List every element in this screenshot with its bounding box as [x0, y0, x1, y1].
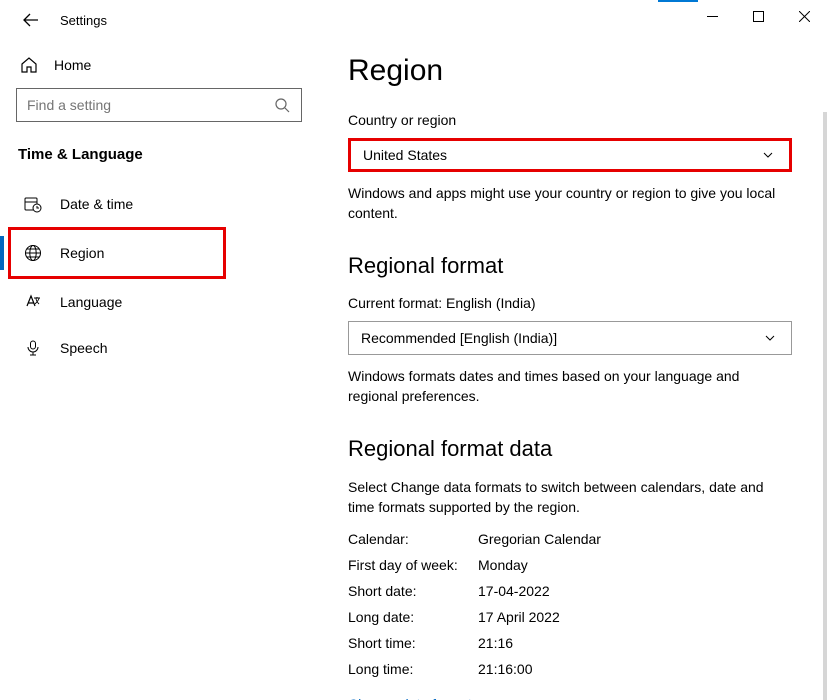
close-button[interactable] — [781, 0, 827, 32]
regional-format-data-heading: Regional format data — [348, 436, 799, 462]
row-key: First day of week: — [348, 557, 478, 573]
sidebar-item-language[interactable]: Language — [16, 279, 304, 325]
row-value: 21:16 — [478, 635, 513, 651]
home-nav[interactable]: Home — [16, 48, 304, 88]
home-label: Home — [54, 57, 91, 73]
row-value: 17-04-2022 — [478, 583, 550, 599]
window-title: Settings — [60, 13, 107, 28]
globe-icon — [24, 244, 42, 262]
format-help: Windows formats dates and times based on… — [348, 367, 792, 406]
row-key: Long date: — [348, 609, 478, 625]
highlight-box-region: Region — [8, 227, 226, 279]
table-row: Short time: 21:16 — [348, 630, 799, 656]
row-key: Long time: — [348, 661, 478, 677]
format-dropdown[interactable]: Recommended [English (India)] — [348, 321, 792, 355]
sidebar-item-label: Language — [60, 294, 122, 310]
table-row: Short date: 17-04-2022 — [348, 578, 799, 604]
main-content: Region Country or region United States W… — [320, 40, 827, 700]
change-data-formats-link[interactable]: Change data formats — [348, 696, 479, 700]
window-controls — [689, 0, 827, 32]
maximize-button[interactable] — [735, 0, 781, 32]
scrollbar[interactable] — [823, 112, 827, 700]
country-label: Country or region — [348, 112, 799, 128]
format-data-table: Calendar: Gregorian Calendar First day o… — [348, 526, 799, 682]
microphone-icon — [24, 339, 42, 357]
search-input[interactable] — [27, 97, 273, 113]
row-value: 21:16:00 — [478, 661, 533, 677]
search-icon — [273, 96, 291, 114]
back-arrow-icon — [23, 12, 39, 28]
minimize-button[interactable] — [689, 0, 735, 32]
maximize-icon — [753, 11, 764, 22]
row-key: Short time: — [348, 635, 478, 651]
chevron-down-icon — [761, 329, 779, 347]
sidebar-item-date-time[interactable]: Date & time — [16, 181, 304, 227]
regional-format-heading: Regional format — [348, 253, 799, 279]
data-help: Select Change data formats to switch bet… — [348, 478, 792, 517]
sidebar-item-label: Date & time — [60, 196, 133, 212]
search-box[interactable] — [16, 88, 302, 122]
sidebar-item-label: Region — [60, 245, 104, 261]
home-icon — [20, 56, 38, 74]
row-value: 17 April 2022 — [478, 609, 560, 625]
back-button[interactable] — [22, 11, 40, 29]
table-row: Calendar: Gregorian Calendar — [348, 526, 799, 552]
language-icon — [24, 293, 42, 311]
format-value: Recommended [English (India)] — [361, 330, 557, 346]
row-value: Monday — [478, 557, 528, 573]
sidebar-item-label: Speech — [60, 340, 107, 356]
country-help: Windows and apps might use your country … — [348, 184, 792, 223]
table-row: Long date: 17 April 2022 — [348, 604, 799, 630]
chevron-down-icon — [759, 146, 777, 164]
sidebar-section-title: Time & Language — [18, 146, 304, 163]
row-key: Calendar: — [348, 531, 478, 547]
minimize-icon — [707, 11, 718, 22]
row-value: Gregorian Calendar — [478, 531, 601, 547]
table-row: Long time: 21:16:00 — [348, 656, 799, 682]
sidebar-item-speech[interactable]: Speech — [16, 325, 304, 371]
sidebar: Home Time & Language Date & time Region — [0, 40, 320, 700]
sidebar-item-region[interactable]: Region — [16, 230, 223, 276]
page-title: Region — [348, 54, 799, 88]
country-dropdown[interactable]: United States — [348, 138, 792, 172]
current-format-label: Current format: English (India) — [348, 295, 799, 311]
calendar-clock-icon — [24, 195, 42, 213]
row-key: Short date: — [348, 583, 478, 599]
table-row: First day of week: Monday — [348, 552, 799, 578]
country-value: United States — [363, 147, 447, 163]
close-icon — [799, 11, 810, 22]
